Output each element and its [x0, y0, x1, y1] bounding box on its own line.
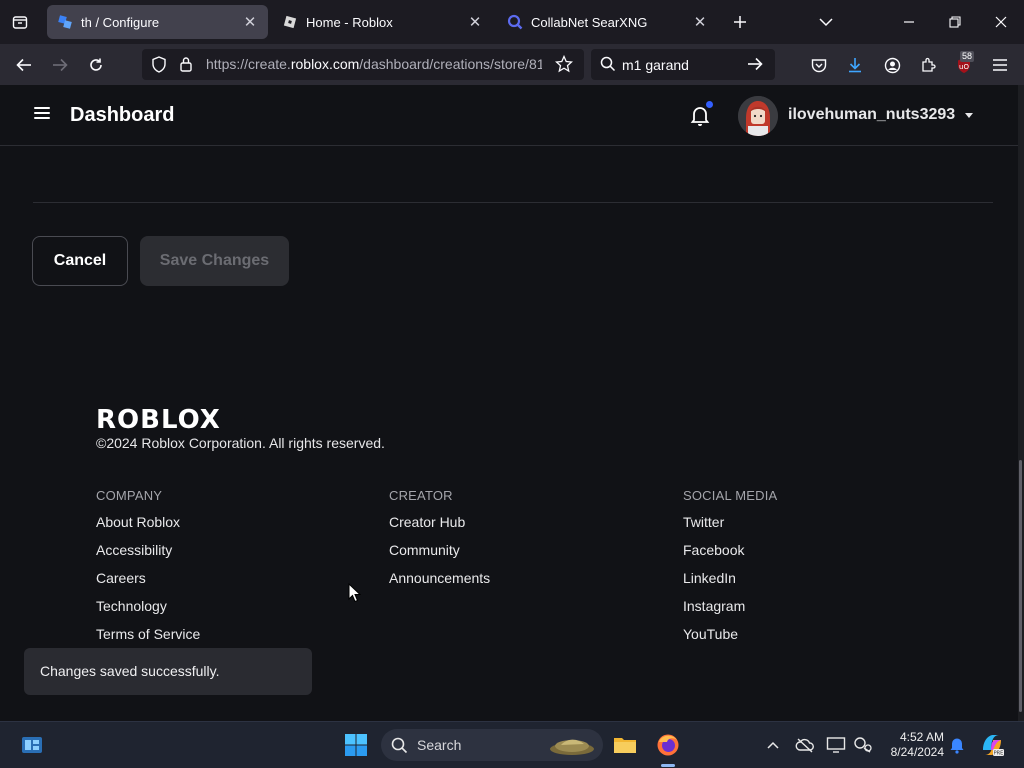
minimize-icon[interactable] [895, 8, 923, 36]
tab-searxng[interactable]: CollabNet SearXNG ✕ [497, 5, 718, 39]
mouse-cursor-icon [348, 582, 362, 608]
footer-link-linkedin[interactable]: LinkedIn [683, 570, 777, 598]
search-query: m1 garand [622, 57, 689, 73]
windows-start-icon[interactable] [342, 731, 370, 759]
chevron-up-icon[interactable] [759, 731, 787, 759]
page-content: Dashboard ilovehuman_nuts3293 Cancel Sav… [0, 85, 1018, 721]
active-app-indicator [661, 764, 675, 767]
tab-home-roblox[interactable]: Home - Roblox ✕ [272, 5, 493, 39]
tab-configure[interactable]: th / Configure ✕ [47, 5, 268, 39]
footer-link-creator-hub[interactable]: Creator Hub [389, 514, 490, 542]
url-text: https://create.roblox.com/dashboard/crea… [206, 56, 542, 72]
copilot-icon[interactable]: PRE [978, 731, 1006, 759]
footer-heading: CREATOR [389, 488, 453, 503]
scrollbar-thumb[interactable] [1019, 460, 1022, 712]
new-tab-icon[interactable] [726, 8, 754, 36]
footer-link-accessibility[interactable]: Accessibility [96, 542, 200, 570]
pocket-icon[interactable] [806, 52, 832, 78]
svg-text:uO: uO [959, 63, 969, 71]
bookmark-star-icon[interactable] [554, 54, 574, 78]
footer-column-social-media: SOCIAL MEDIA Twitter Facebook LinkedIn I… [683, 488, 777, 654]
footer-link-community[interactable]: Community [389, 542, 490, 570]
menu-icon[interactable] [987, 52, 1013, 78]
download-icon[interactable] [842, 52, 868, 78]
roblox-icon [282, 14, 298, 30]
searxng-icon [507, 14, 523, 30]
footer-column-company: COMPANY About Roblox Accessibility Caree… [96, 488, 200, 654]
footer-link-announcements[interactable]: Announcements [389, 570, 490, 598]
footer-column-creator: CREATOR Creator Hub Community Announceme… [389, 488, 490, 598]
back-arrow-icon[interactable] [11, 52, 37, 78]
cancel-button[interactable]: Cancel [32, 236, 128, 286]
save-changes-button[interactable]: Save Changes [140, 236, 289, 286]
onedrive-offline-icon[interactable] [791, 731, 819, 759]
taskbar-search-label: Search [417, 737, 462, 753]
copyright-text: ©2024 Roblox Corporation. All rights res… [96, 435, 385, 451]
browser-nav-bar: https://create.roblox.com/dashboard/crea… [0, 44, 1024, 85]
notification-bell-icon[interactable] [943, 731, 971, 759]
close-window-icon[interactable] [987, 8, 1015, 36]
roblox-logo[interactable]: ROBLOX [96, 405, 221, 435]
account-icon[interactable] [879, 52, 905, 78]
shield-icon[interactable] [151, 56, 167, 78]
dashboard-header: Dashboard ilovehuman_nuts3293 [0, 85, 1018, 146]
tab-title: Home - Roblox [306, 14, 393, 30]
tab-list-icon[interactable] [8, 10, 32, 34]
close-icon[interactable]: ✕ [692, 14, 708, 31]
extension-badge: 58 [960, 51, 975, 62]
footer-link-about-roblox[interactable]: About Roblox [96, 514, 200, 542]
tab-title: CollabNet SearXNG [531, 14, 648, 30]
search-highlight-icon [547, 735, 597, 762]
clock-date: 8/24/2024 [890, 745, 944, 759]
notification-bell-icon[interactable] [690, 105, 710, 127]
avatar[interactable] [738, 96, 778, 136]
firefox-icon[interactable] [654, 731, 682, 759]
caret-down-icon[interactable] [965, 113, 973, 118]
svg-text:PRE: PRE [994, 751, 1004, 757]
footer-link-technology[interactable]: Technology [96, 598, 200, 626]
footer-link-twitter[interactable]: Twitter [683, 514, 777, 542]
network-icon[interactable] [849, 731, 877, 759]
tab-title: th / Configure [81, 14, 160, 30]
footer-heading: COMPANY [96, 488, 163, 503]
close-icon[interactable]: ✕ [467, 14, 483, 31]
extensions-icon[interactable] [915, 52, 941, 78]
taskbar: Search 4:52 AM 8/24/2024 PRE [0, 721, 1024, 768]
footer-link-youtube[interactable]: YouTube [683, 626, 777, 654]
search-bar[interactable]: m1 garand [591, 49, 775, 80]
taskbar-clock[interactable]: 4:52 AM 8/24/2024 [882, 730, 944, 760]
taskbar-search-box[interactable]: Search [381, 729, 603, 761]
restore-icon[interactable] [941, 8, 969, 36]
widgets-icon[interactable] [18, 731, 46, 759]
file-explorer-icon[interactable] [611, 731, 639, 759]
username[interactable]: ilovehuman_nuts3293 [788, 106, 955, 124]
go-arrow-icon[interactable] [747, 57, 763, 76]
hamburger-menu-icon[interactable] [34, 107, 50, 121]
address-bar[interactable]: https://create.roblox.com/dashboard/crea… [142, 49, 584, 80]
display-icon[interactable] [822, 731, 850, 759]
section-divider [33, 202, 993, 203]
footer-heading: SOCIAL MEDIA [683, 488, 778, 503]
search-icon [600, 56, 616, 77]
close-icon[interactable]: ✕ [242, 14, 258, 31]
footer-link-careers[interactable]: Careers [96, 570, 200, 598]
footer-link-instagram[interactable]: Instagram [683, 598, 777, 626]
search-icon [391, 737, 408, 759]
forward-arrow-icon[interactable] [47, 52, 73, 78]
success-toast: Changes saved successfully. [24, 648, 312, 695]
chevron-down-icon[interactable] [812, 8, 840, 36]
lock-icon[interactable] [179, 56, 193, 77]
notification-dot [706, 101, 713, 108]
roblox-creator-icon [57, 14, 73, 30]
reload-icon[interactable] [83, 52, 109, 78]
clock-time: 4:52 AM [899, 730, 944, 744]
browser-tab-bar: th / Configure ✕ Home - Roblox ✕ CollabN… [0, 0, 1024, 44]
footer-link-facebook[interactable]: Facebook [683, 542, 777, 570]
page-title: Dashboard [70, 104, 175, 126]
